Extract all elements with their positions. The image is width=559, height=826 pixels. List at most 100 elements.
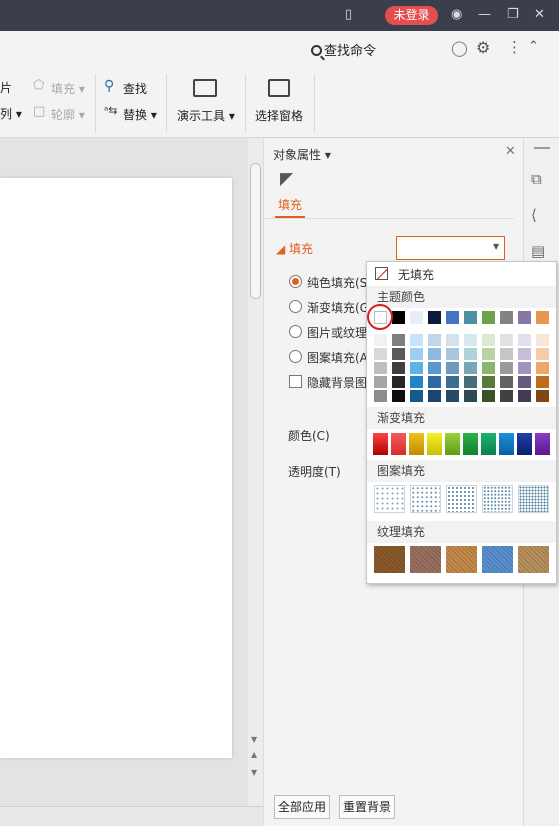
theme-shade-swatch[interactable] xyxy=(464,362,477,374)
theme-color-swatch[interactable] xyxy=(446,311,459,324)
theme-shade-swatch[interactable] xyxy=(446,348,459,360)
gear-icon[interactable]: ⚙ xyxy=(476,38,490,57)
theme-shade-swatch[interactable] xyxy=(518,348,531,360)
theme-shade-swatch[interactable] xyxy=(464,376,477,388)
gradient-swatch[interactable] xyxy=(499,433,514,455)
theme-color-swatch[interactable] xyxy=(518,311,531,324)
theme-shade-swatch[interactable] xyxy=(446,390,459,402)
collapse-ribbon-icon[interactable]: ⌃ xyxy=(528,39,539,54)
gradient-swatch[interactable] xyxy=(481,433,496,455)
gradient-swatch[interactable] xyxy=(391,433,406,455)
outline-button[interactable]: 轮廓 ▾ xyxy=(51,106,85,123)
tab-fill[interactable]: 填充 xyxy=(278,196,302,213)
theme-shade-swatch[interactable] xyxy=(536,348,549,360)
theme-shade-swatch[interactable] xyxy=(482,390,495,402)
scrollbar-thumb[interactable] xyxy=(250,163,261,299)
page-up-icon[interactable]: ▲ xyxy=(251,750,257,759)
apply-all-button[interactable]: 全部应用 xyxy=(274,795,330,819)
gradient-swatch[interactable] xyxy=(517,433,532,455)
theme-shade-swatch[interactable] xyxy=(374,376,387,388)
theme-shade-swatch[interactable] xyxy=(536,376,549,388)
find-button[interactable]: 查找 xyxy=(123,80,147,97)
no-fill-option[interactable]: 无填充 xyxy=(398,266,434,283)
theme-color-swatch[interactable] xyxy=(482,311,495,324)
replace-button[interactable]: 替换 ▾ xyxy=(123,106,157,123)
theme-shade-swatch[interactable] xyxy=(428,376,441,388)
theme-shade-swatch[interactable] xyxy=(392,348,405,360)
texture-swatch[interactable] xyxy=(518,546,549,573)
picture-button[interactable]: 片 xyxy=(0,79,12,96)
gradient-swatch[interactable] xyxy=(409,433,424,455)
gradient-swatch[interactable] xyxy=(427,433,442,455)
gradient-swatch[interactable] xyxy=(445,433,460,455)
pattern-swatch[interactable] xyxy=(518,485,549,513)
theme-shade-swatch[interactable] xyxy=(374,334,387,346)
theme-shade-swatch[interactable] xyxy=(464,334,477,346)
theme-shade-swatch[interactable] xyxy=(482,362,495,374)
theme-shade-swatch[interactable] xyxy=(500,376,513,388)
theme-shade-swatch[interactable] xyxy=(410,348,423,360)
theme-shade-swatch[interactable] xyxy=(392,390,405,402)
theme-color-swatch[interactable] xyxy=(500,311,513,324)
theme-shade-swatch[interactable] xyxy=(518,376,531,388)
theme-shade-swatch[interactable] xyxy=(500,362,513,374)
texture-swatch[interactable] xyxy=(446,546,477,573)
skin-icon[interactable]: ◉ xyxy=(451,6,462,24)
fill-bucket-icon[interactable]: ◤ xyxy=(280,169,293,189)
fill-section-header[interactable]: ◢ 填充 xyxy=(276,240,313,257)
theme-shade-swatch[interactable] xyxy=(428,362,441,374)
close-window-icon[interactable]: ✕ xyxy=(534,6,545,24)
properties-icon[interactable]: ⧉ xyxy=(531,170,542,188)
theme-shade-swatch[interactable] xyxy=(446,362,459,374)
theme-shade-swatch[interactable] xyxy=(374,362,387,374)
theme-shade-swatch[interactable] xyxy=(374,390,387,402)
theme-shade-swatch[interactable] xyxy=(518,390,531,402)
theme-shade-swatch[interactable] xyxy=(518,334,531,346)
theme-shade-swatch[interactable] xyxy=(410,334,423,346)
login-button[interactable]: 未登录 xyxy=(385,6,438,25)
restore-icon[interactable]: ❐ xyxy=(507,6,519,24)
selection-pane-button[interactable]: 选择窗格 xyxy=(255,107,303,124)
theme-shade-swatch[interactable] xyxy=(410,390,423,402)
theme-color-swatch[interactable] xyxy=(392,311,405,324)
radio-solid-fill[interactable] xyxy=(289,275,302,288)
page-down-icon[interactable]: ▼ xyxy=(251,768,257,777)
presentation-tool-button[interactable]: 演示工具 ▾ xyxy=(177,107,235,124)
theme-shade-swatch[interactable] xyxy=(536,390,549,402)
theme-shade-swatch[interactable] xyxy=(482,348,495,360)
no-fill-icon[interactable] xyxy=(375,267,388,280)
theme-shade-swatch[interactable] xyxy=(428,334,441,346)
theme-shade-swatch[interactable] xyxy=(500,390,513,402)
gradient-swatch[interactable] xyxy=(463,433,478,455)
theme-color-swatch[interactable] xyxy=(536,311,549,324)
theme-shade-swatch[interactable] xyxy=(464,348,477,360)
scroll-down-icon[interactable]: ▼ xyxy=(251,735,257,744)
comment-icon[interactable]: ◯ xyxy=(451,39,468,57)
theme-shade-swatch[interactable] xyxy=(464,390,477,402)
theme-shade-swatch[interactable] xyxy=(518,362,531,374)
gradient-swatch[interactable] xyxy=(373,433,388,455)
theme-shade-swatch[interactable] xyxy=(500,348,513,360)
theme-shade-swatch[interactable] xyxy=(392,376,405,388)
window-layout-icon[interactable]: ▯ xyxy=(345,6,352,24)
theme-shade-swatch[interactable] xyxy=(482,376,495,388)
theme-shade-swatch[interactable] xyxy=(392,362,405,374)
theme-shade-swatch[interactable] xyxy=(410,362,423,374)
arrange-button[interactable]: 列 ▾ xyxy=(0,105,22,122)
archive-icon[interactable]: ▤ xyxy=(531,242,545,260)
theme-shade-swatch[interactable] xyxy=(536,334,549,346)
theme-shade-swatch[interactable] xyxy=(446,376,459,388)
theme-shade-swatch[interactable] xyxy=(374,348,387,360)
theme-shade-swatch[interactable] xyxy=(500,334,513,346)
theme-shade-swatch[interactable] xyxy=(410,376,423,388)
theme-color-swatch[interactable] xyxy=(410,311,423,324)
radio-pattern-fill[interactable] xyxy=(289,350,302,363)
slide-canvas[interactable] xyxy=(0,178,232,758)
texture-swatch[interactable] xyxy=(374,546,405,573)
pattern-swatch[interactable] xyxy=(374,485,405,513)
theme-shade-swatch[interactable] xyxy=(536,362,549,374)
theme-color-swatch[interactable] xyxy=(464,311,477,324)
hide-bg-checkbox[interactable] xyxy=(289,375,302,388)
more-icon[interactable]: ⋮ xyxy=(507,38,522,56)
theme-shade-swatch[interactable] xyxy=(392,334,405,346)
